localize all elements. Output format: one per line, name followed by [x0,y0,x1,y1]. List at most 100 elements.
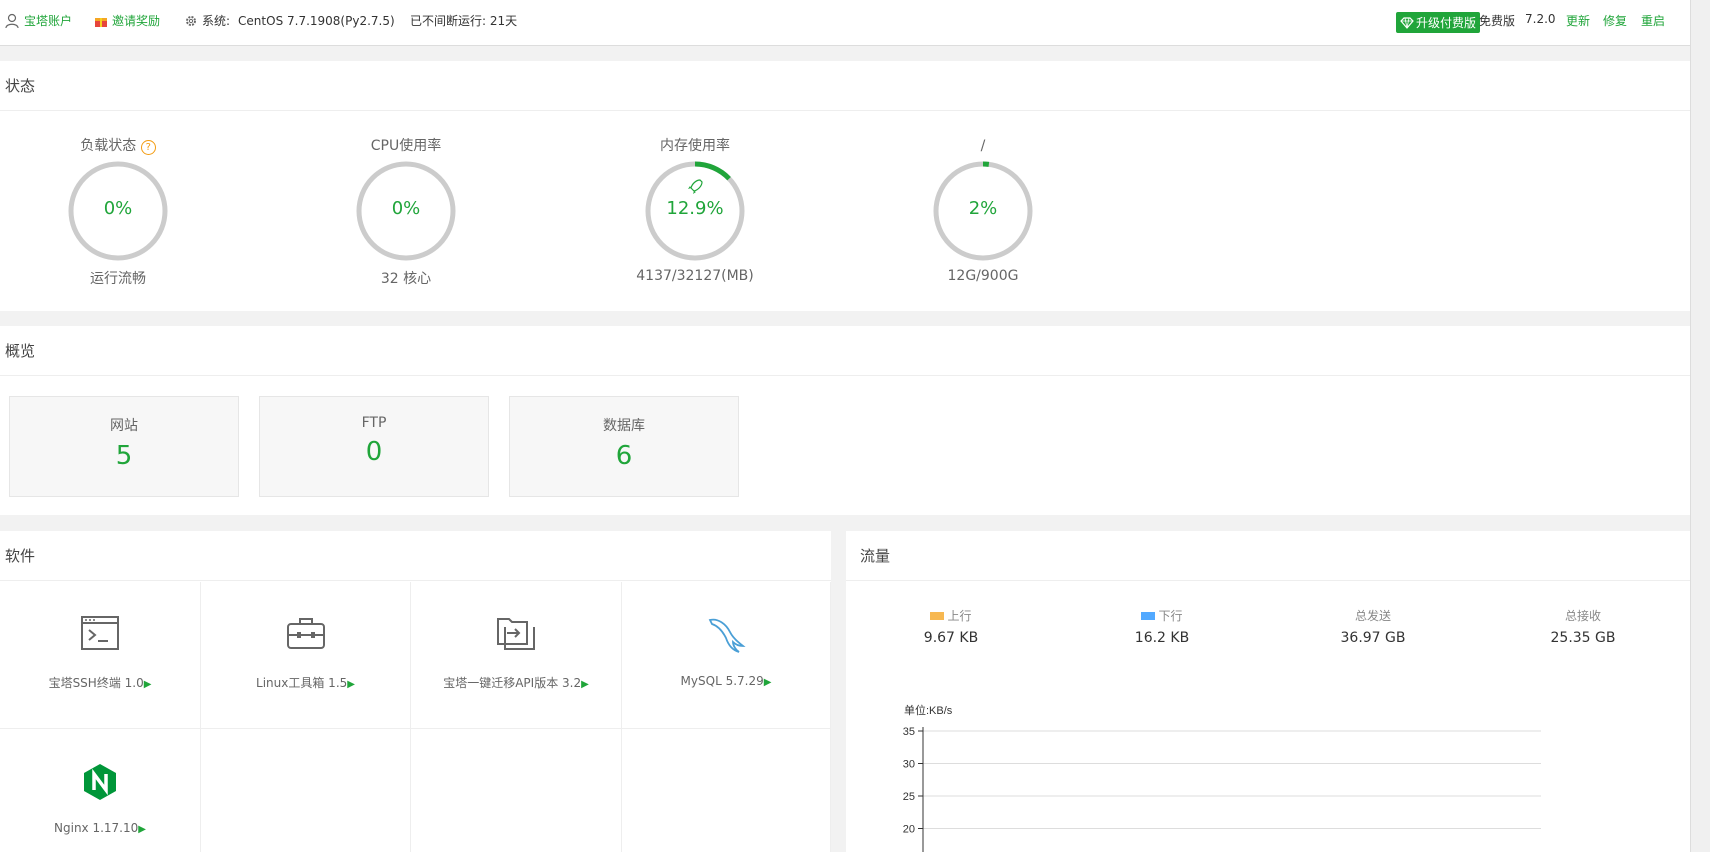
cpu-ring: 0% [355,160,457,262]
software-item-nginx-label: Nginx 1.17.10▶ [0,821,200,835]
system-info: 系统: CentOS 7.7.1908(Py2.7.5) [184,12,395,29]
software-mysql-name: MySQL 5.7.29 [680,674,764,688]
load-percent: 0% [103,198,133,219]
chart-y-tick-label: 20 [903,824,915,836]
download-value: 16.2 KB [1134,630,1190,646]
cpu-sub: 32 核心 [380,271,432,287]
disk-sub: 12G/900G [947,268,1019,284]
load-gauge[interactable]: 负载状态 ? 0% 运行流畅 [38,136,198,288]
load-ring: 0% [67,160,169,262]
traffic-panel: 流量 上行 9.67 KB 下行 16.2 KB 总发送 36.97 GB 总接… [846,531,1690,852]
software-item-ssh[interactable]: 宝塔SSH终端 1.0▶ [0,582,201,729]
upload-key-text: 上行 [947,609,972,623]
memory-percent: 12.9% [666,198,724,219]
upgrade-badge[interactable]: 升级付费版 [1396,12,1481,33]
total-received-value: 25.35 GB [1550,630,1616,646]
system-label: 系统: [202,14,231,28]
status-panel: 状态 负载状态 ? 0% 运行流畅 CPU使用率 0% 32 核心 内存使用率 … [0,61,1690,311]
mysql-dolphin-icon [708,618,746,653]
play-arrow-icon[interactable]: ▶ [138,824,146,835]
load-gauge-label: 负载状态 ? [38,136,198,160]
rocket-icon[interactable] [685,177,705,197]
upload-key: 上行 [871,607,1031,624]
overview-ftp[interactable]: FTP 0 [259,396,489,497]
gear-icon [186,15,196,26]
download-key-text: 下行 [1158,609,1183,623]
overview-websites-name: 网站 [110,418,138,434]
upload-swatch [930,611,945,620]
disk-gauge-label: / [980,138,986,154]
terminal-icon [81,616,119,650]
invite-label: 邀请奖励 [112,14,161,28]
chart-y-unit-label: 单位:KB/s [904,703,953,717]
overview-panel: 概览 网站 5 FTP 0 数据库 6 [0,326,1690,515]
software-item-migrate-label: 宝塔一键迁移API版本 3.2▶ [411,674,621,691]
software-nginx-name: Nginx 1.17.10 [54,821,139,835]
play-arrow-icon[interactable]: ▶ [347,679,355,690]
software-title: 软件 [0,531,831,581]
software-item-nginx[interactable]: Nginx 1.17.10▶ [0,729,201,852]
play-arrow-icon[interactable]: ▶ [144,679,152,690]
uptime-text: 已不间断运行: 21天 [410,12,517,29]
software-item-mysql[interactable]: MySQL 5.7.29▶ [622,582,831,729]
upgrade-button[interactable]: 升级付费版 [1396,12,1481,33]
update-link[interactable]: 更新 [1566,12,1590,29]
chart-y-tick-label: 25 [903,791,915,803]
cpu-gauge[interactable]: CPU使用率 0% 32 核心 [326,136,486,288]
total-received-key: 总接收 [1564,609,1601,623]
overview-title: 概览 [0,326,1690,376]
overview-databases-name: 数据库 [603,418,645,434]
memory-gauge-label: 内存使用率 [660,138,730,154]
total-sent-stat: 总发送 36.97 GB [1293,607,1453,646]
status-title: 状态 [0,61,1690,111]
memory-sub: 4137/32127(MB) [636,268,754,284]
page-scrollbar[interactable] [1690,0,1710,852]
user-icon [5,13,19,28]
disk-gauge[interactable]: / 2% 12G/900G [903,136,1063,284]
help-icon[interactable]: ? [140,140,156,155]
overview-databases[interactable]: 数据库 6 [509,396,739,497]
total-sent-value: 36.97 GB [1340,630,1406,646]
total-received-stat: 总接收 25.35 GB [1503,607,1663,646]
software-empty-slot [201,729,411,852]
cpu-percent: 0% [391,198,421,219]
play-arrow-icon[interactable]: ▶ [764,677,772,688]
toolbox-icon [286,618,325,649]
disk-percent: 2% [968,198,998,219]
overview-databases-value[interactable]: 6 [510,441,738,471]
download-key: 下行 [1082,607,1242,624]
download-swatch [1141,611,1156,620]
top-bar: 宝塔账户 邀请奖励 系统: CentOS 7.7.1908(Py2.7.5) 已… [0,0,1690,46]
memory-gauge[interactable]: 内存使用率 12.9% 4137/32127(MB) [615,136,775,284]
disk-ring: 2% [932,160,1034,262]
overview-ftp-value[interactable]: 0 [260,437,488,467]
chart-y-tick-label: 35 [903,726,915,738]
invite-link[interactable]: 邀请奖励 [94,12,160,29]
traffic-title: 流量 [846,531,1690,581]
total-sent-key: 总发送 [1354,609,1391,623]
play-arrow-icon[interactable]: ▶ [581,679,589,690]
software-empty-slot [622,729,831,852]
load-label-text: 负载状态 [80,138,137,154]
software-item-toolbox[interactable]: Linux工具箱 1.5▶ [201,582,411,729]
load-sub: 运行流畅 [90,271,146,287]
upload-value: 9.67 KB [923,630,979,646]
software-migrate-name: 宝塔一键迁移API版本 3.2 [443,676,582,690]
software-ssh-name: 宝塔SSH终端 1.0 [48,676,144,690]
cpu-gauge-label: CPU使用率 [370,138,442,154]
software-item-toolbox-label: Linux工具箱 1.5▶ [201,674,410,691]
memory-ring: 12.9% [644,160,746,262]
version-label: 7.2.0 [1525,12,1556,26]
overview-websites[interactable]: 网站 5 [9,396,239,497]
overview-websites-value[interactable]: 5 [10,441,238,471]
software-panel: 软件 宝塔SSH终端 1.0▶ Linux工具箱 1.5▶ 宝塔一键迁移API版… [0,531,831,852]
traffic-chart[interactable]: 单位:KB/s 35 30 25 20 [846,691,1690,852]
software-item-ssh-label: 宝塔SSH终端 1.0▶ [0,674,200,691]
software-item-migrate[interactable]: 宝塔一键迁移API版本 3.2▶ [411,582,622,729]
system-value: CentOS 7.7.1908(Py2.7.5) [238,13,395,28]
repair-link[interactable]: 修复 [1603,12,1627,29]
overview-ftp-name: FTP [361,415,387,431]
upgrade-label: 升级付费版 [1416,16,1477,30]
account-link[interactable]: 宝塔账户 [4,12,72,29]
restart-link[interactable]: 重启 [1641,12,1665,29]
